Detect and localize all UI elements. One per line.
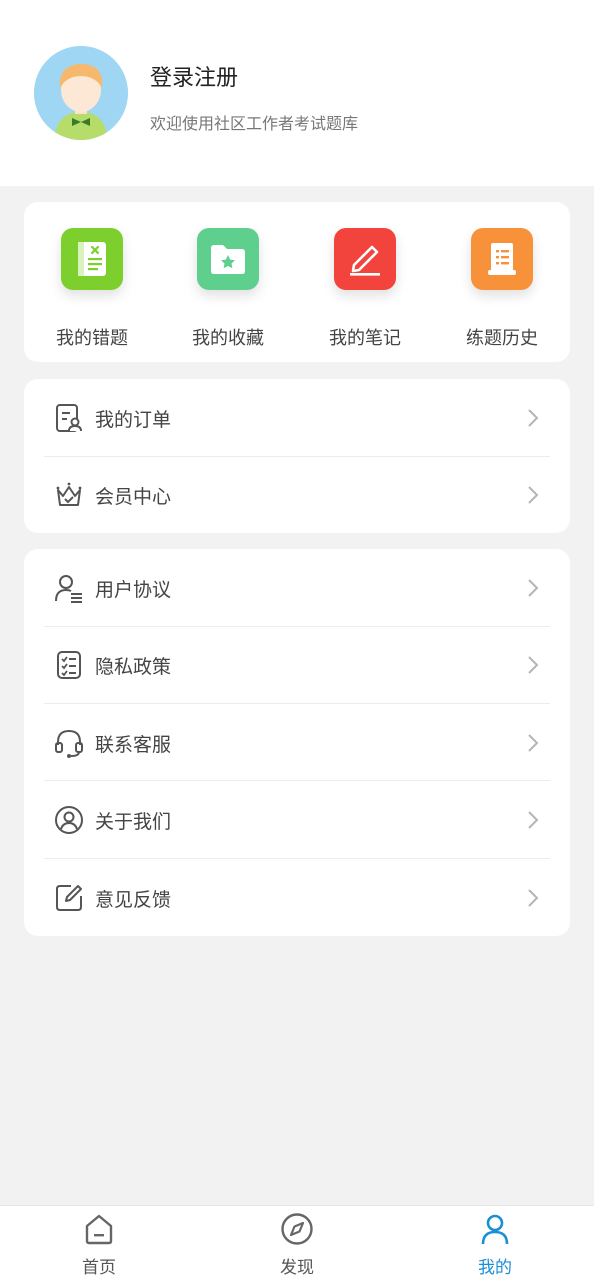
chevron-right-icon xyxy=(528,734,539,752)
privacy-checklist-icon xyxy=(57,651,81,679)
chevron-right-icon xyxy=(528,486,539,504)
crown-icon xyxy=(56,482,82,506)
tab-home[interactable]: 首页 xyxy=(0,1206,198,1280)
menu-item-label: 会员中心 xyxy=(95,486,172,508)
wrong-questions-book-icon xyxy=(61,228,123,290)
person-icon xyxy=(481,1214,509,1245)
user-agreement-icon xyxy=(55,575,82,603)
quick-action-label: 我的收藏 xyxy=(192,328,264,349)
login-register-title[interactable]: 登录注册 xyxy=(150,60,238,92)
quick-action-history[interactable]: 练题历史 xyxy=(434,202,570,362)
menu-item-my-orders[interactable]: 我的订单 xyxy=(44,379,550,456)
history-scroll-icon xyxy=(471,228,533,290)
quick-action-favorites[interactable]: 我的收藏 xyxy=(160,202,296,362)
menu-item-membership-center[interactable]: 会员中心 xyxy=(44,456,550,533)
compass-icon xyxy=(281,1213,313,1245)
chevron-right-icon xyxy=(528,409,539,427)
menu-item-feedback[interactable]: 意见反馈 xyxy=(44,859,550,936)
quick-action-label: 我的错题 xyxy=(56,328,128,349)
tab-label: 发现 xyxy=(280,1258,314,1278)
quick-action-label: 练题历史 xyxy=(466,328,538,349)
profile-header[interactable]: 登录注册 欢迎使用社区工作者考试题库 xyxy=(0,0,594,186)
menu-item-label: 联系客服 xyxy=(95,734,172,756)
avatar[interactable] xyxy=(34,46,128,140)
chevron-right-icon xyxy=(528,889,539,907)
quick-action-wrong-questions[interactable]: 我的错题 xyxy=(24,202,160,362)
note-pencil-icon xyxy=(334,228,396,290)
menu-item-label: 隐私政策 xyxy=(95,656,172,678)
chevron-right-icon xyxy=(528,811,539,829)
menu-item-label: 意见反馈 xyxy=(95,889,172,911)
tab-label: 我的 xyxy=(478,1258,512,1278)
edit-feedback-icon xyxy=(56,885,82,911)
tab-mine[interactable]: 我的 xyxy=(396,1206,594,1280)
menu-item-contact-support[interactable]: 联系客服 xyxy=(44,704,550,781)
welcome-subtitle: 欢迎使用社区工作者考试题库 xyxy=(150,114,359,133)
menu-item-label: 我的订单 xyxy=(95,409,172,431)
menu-item-user-agreement[interactable]: 用户协议 xyxy=(44,549,550,626)
menu-group-info: 用户协议 隐私政策 联系客服 关于我们 意见反馈 xyxy=(24,549,570,936)
tab-label: 首页 xyxy=(82,1258,116,1278)
menu-item-label: 用户协议 xyxy=(95,579,172,601)
menu-item-privacy-policy[interactable]: 隐私政策 xyxy=(44,626,550,703)
order-document-icon xyxy=(56,404,82,432)
chevron-right-icon xyxy=(528,579,539,597)
menu-group-account: 我的订单 会员中心 xyxy=(24,379,570,533)
menu-item-label: 关于我们 xyxy=(95,811,172,833)
menu-item-about-us[interactable]: 关于我们 xyxy=(44,781,550,858)
quick-action-notes[interactable]: 我的笔记 xyxy=(297,202,433,362)
headset-icon xyxy=(55,729,83,758)
home-icon xyxy=(85,1214,113,1245)
quick-actions-card: 我的错题 我的收藏 我的笔记 练题历史 xyxy=(24,202,570,362)
quick-action-label: 我的笔记 xyxy=(329,328,401,349)
chevron-right-icon xyxy=(528,656,539,674)
tab-discover[interactable]: 发现 xyxy=(198,1206,396,1280)
user-circle-icon xyxy=(55,806,83,834)
favorite-folder-star-icon xyxy=(197,228,259,290)
bottom-tab-bar: 首页 发现 我的 xyxy=(0,1205,594,1280)
